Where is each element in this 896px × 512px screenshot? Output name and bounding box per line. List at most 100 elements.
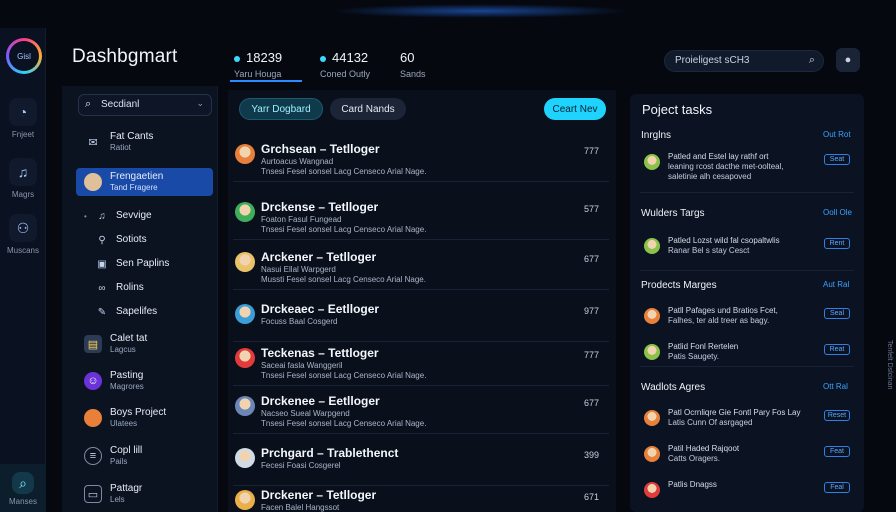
stat-label: Coned Outly: [320, 69, 371, 79]
music-note-icon: ♫: [98, 210, 106, 222]
task-item[interactable]: Patl Ocrnliqre Gie Fontl Pary Fos Lay Lat…: [644, 408, 854, 438]
sidebar-item[interactable]: ☺ Pasting Magrores: [76, 367, 213, 395]
view-all-link[interactable]: Aut Ral: [823, 280, 863, 289]
section-heading: Prodects Marges Aut Ral: [641, 280, 849, 291]
chat-icon: ✉: [88, 136, 98, 149]
task-tag-button[interactable]: Feal: [824, 482, 850, 493]
row-subtitle: Fecesi Foasi Cosgerel: [261, 461, 341, 470]
sidebar-item-sub: Magrores: [110, 382, 144, 391]
task-tag-button[interactable]: Reset: [824, 410, 850, 421]
rail-item-messages[interactable]: ⌕ Manses: [0, 464, 46, 512]
tab-dashboard[interactable]: Yarr Dogbard: [239, 98, 323, 120]
stat-2[interactable]: 44132 Coned Outly: [320, 50, 370, 79]
task-line: Patis Saugety.: [668, 352, 719, 361]
avatar: [644, 344, 660, 360]
row-count: 677: [583, 254, 599, 264]
table-row[interactable]: Grchsean – Tetlloger Aurtoacus Wangnad Tns…: [233, 136, 609, 182]
music-note-icon: ♫: [9, 158, 37, 186]
search-input[interactable]: Proieligest sCH3 ⌕: [664, 50, 824, 72]
view-all-link[interactable]: Out Rot: [823, 130, 863, 139]
sidebar-item-label: Sapelifes: [116, 306, 158, 317]
create-new-button[interactable]: Ceart Nev: [544, 98, 606, 120]
table-row[interactable]: Arckener – Tetlloger Nasui Ellal Warpgerd…: [233, 244, 609, 290]
sidebar-item-label: Rolins: [116, 282, 144, 293]
sidebar-item-label: Pasting: [110, 370, 144, 381]
task-tag-button[interactable]: Reat: [824, 344, 850, 355]
sidebar-item[interactable]: ≡ Copl lill Pails: [76, 442, 213, 470]
rail-item-label: Muscans: [6, 246, 39, 255]
table-row[interactable]: Drckenee – Eetlloger Nacseo Sueal Warpgen…: [233, 388, 609, 434]
avatar: [235, 144, 255, 164]
table-row[interactable]: Drckener – Tetlloger Facen Balel Hangssot…: [233, 482, 609, 512]
avatar: [235, 348, 255, 368]
stat-label: Yaru Houga: [234, 69, 282, 79]
task-item[interactable]: Patil Haded Rajqoot Catts Oragers. Feat: [644, 444, 854, 474]
app-logo[interactable]: Gisl: [6, 38, 42, 74]
task-tag-button[interactable]: Seat: [824, 154, 850, 165]
task-line: Falhes, ter ald treer as bagy.: [668, 316, 770, 325]
row-subtitle: Focuss Baal Cosgerd: [261, 317, 338, 326]
table-row[interactable]: Drckeaec – Eetlloger Focuss Baal Cosgerd 9…: [233, 296, 609, 342]
sidebar-item[interactable]: Boys Project Ulatees: [76, 404, 213, 432]
task-tag-button[interactable]: Feat: [824, 446, 850, 457]
row-count: 777: [583, 350, 599, 360]
rail-item-people[interactable]: ⚇ Muscans: [0, 214, 46, 255]
avatar: [644, 446, 660, 462]
row-subtitle: Facen Balel Hangssot: [261, 503, 340, 512]
task-tag-button[interactable]: Seal: [824, 308, 850, 319]
avatar: [235, 202, 255, 222]
task-item[interactable]: Patled and Estel lay rathf ort leaning rc…: [644, 152, 854, 182]
avatar: [235, 252, 255, 272]
task-item[interactable]: Patlid Fonl Rertelen Patis Saugety. Reat: [644, 342, 854, 372]
rail-item-music[interactable]: ♫ Magrs: [0, 158, 46, 199]
row-description: Mussti Fesel sonsel Lacg Censeco Arial N…: [261, 275, 426, 284]
app-rail: Gisl ◔ Fnjeet ♫ Magrs ⚇ Muscans ⌕ Manses: [0, 28, 46, 512]
sidebar-item[interactable]: ✉ Fat Cants Ratiot: [76, 128, 213, 156]
section-heading-label: Wadlots Agres: [641, 382, 706, 393]
sidebar-item-sub: Lagcus: [110, 345, 136, 354]
row-title: Grchsean – Tetlloger: [261, 142, 380, 156]
view-all-link[interactable]: Ott Ral: [823, 382, 863, 391]
stat-3[interactable]: 60 Sands: [400, 50, 426, 79]
sidebar-item[interactable]: ▭ Pattagr Lels: [76, 480, 213, 508]
row-description: Tnsesi Fesel sonsel Lacg Censeco Arial N…: [261, 167, 427, 176]
sidebar-item[interactable]: ✎ Sapelifes: [76, 298, 213, 326]
row-subtitle: Nacseo Sueal Warpgend: [261, 409, 350, 418]
sidebar-item[interactable]: ▤ Calet tat Lagcus: [76, 330, 213, 358]
view-all-link[interactable]: Ooll Ole: [823, 208, 863, 217]
task-item[interactable]: Patled Lozst wild fal csopaltwlis Ranar B…: [644, 236, 854, 266]
rail-item-project[interactable]: ◔ Fnjeet: [0, 98, 46, 139]
task-item[interactable]: Patlis Dnagss Feal: [644, 480, 854, 510]
stat-label: Sands: [400, 69, 426, 79]
chevron-down-icon[interactable]: ⌄: [196, 98, 204, 109]
sidebar-item-active[interactable]: Frengaetien Tand Fragere: [76, 168, 213, 196]
table-row[interactable]: Prchgard – Trablethenct Fecesi Foasi Cosg…: [233, 440, 609, 486]
task-line: Patled Lozst wild fal csopaltwlis: [668, 236, 780, 245]
sidebar-search-placeholder: Secdianl: [101, 99, 140, 110]
search-user-icon: ⌕: [12, 472, 34, 494]
bullet-icon: •: [84, 211, 87, 221]
sidebar-item-sub: Ratiot: [110, 143, 131, 152]
row-count: 399: [583, 450, 599, 460]
avatar: [235, 448, 255, 468]
sidebar: ⌕ Secdianl ⌄ ✉ Fat Cants Ratiot Frengaeti…: [62, 86, 218, 512]
sidebar-search-input[interactable]: ⌕ Secdianl ⌄: [78, 94, 212, 116]
task-item[interactable]: Patll Pafages und Bratios Fcet, Falhes, t…: [644, 306, 854, 336]
stat-value: 60: [400, 50, 415, 65]
task-line: Patl Ocrnliqre Gie Fontl Pary Fos Lay: [668, 408, 801, 417]
user-button[interactable]: ●: [836, 48, 860, 72]
sidebar-item-label: Pattagr: [110, 483, 143, 494]
task-line: Patled and Estel lay rathf ort: [668, 152, 769, 161]
gauge-icon: ◔: [9, 98, 37, 126]
row-title: Arckener – Tetlloger: [261, 250, 377, 264]
row-count: 777: [583, 146, 599, 156]
table-row[interactable]: Teckenas – Tettloger Saceai fasla Wangger…: [233, 340, 609, 386]
app-logo-label: Gisl: [9, 41, 39, 71]
sidebar-item-sub: Ulatees: [110, 419, 138, 428]
tab-card-names[interactable]: Card Nands: [330, 98, 406, 120]
stat-1[interactable]: 18239 Yaru Houga: [234, 50, 282, 79]
pen-icon: ✎: [97, 306, 107, 318]
search-icon[interactable]: ⌕: [809, 54, 815, 67]
table-row[interactable]: Drckense – Tetlloger Foaton Fasul Fungead…: [233, 194, 609, 240]
task-tag-button[interactable]: Rent: [824, 238, 850, 249]
